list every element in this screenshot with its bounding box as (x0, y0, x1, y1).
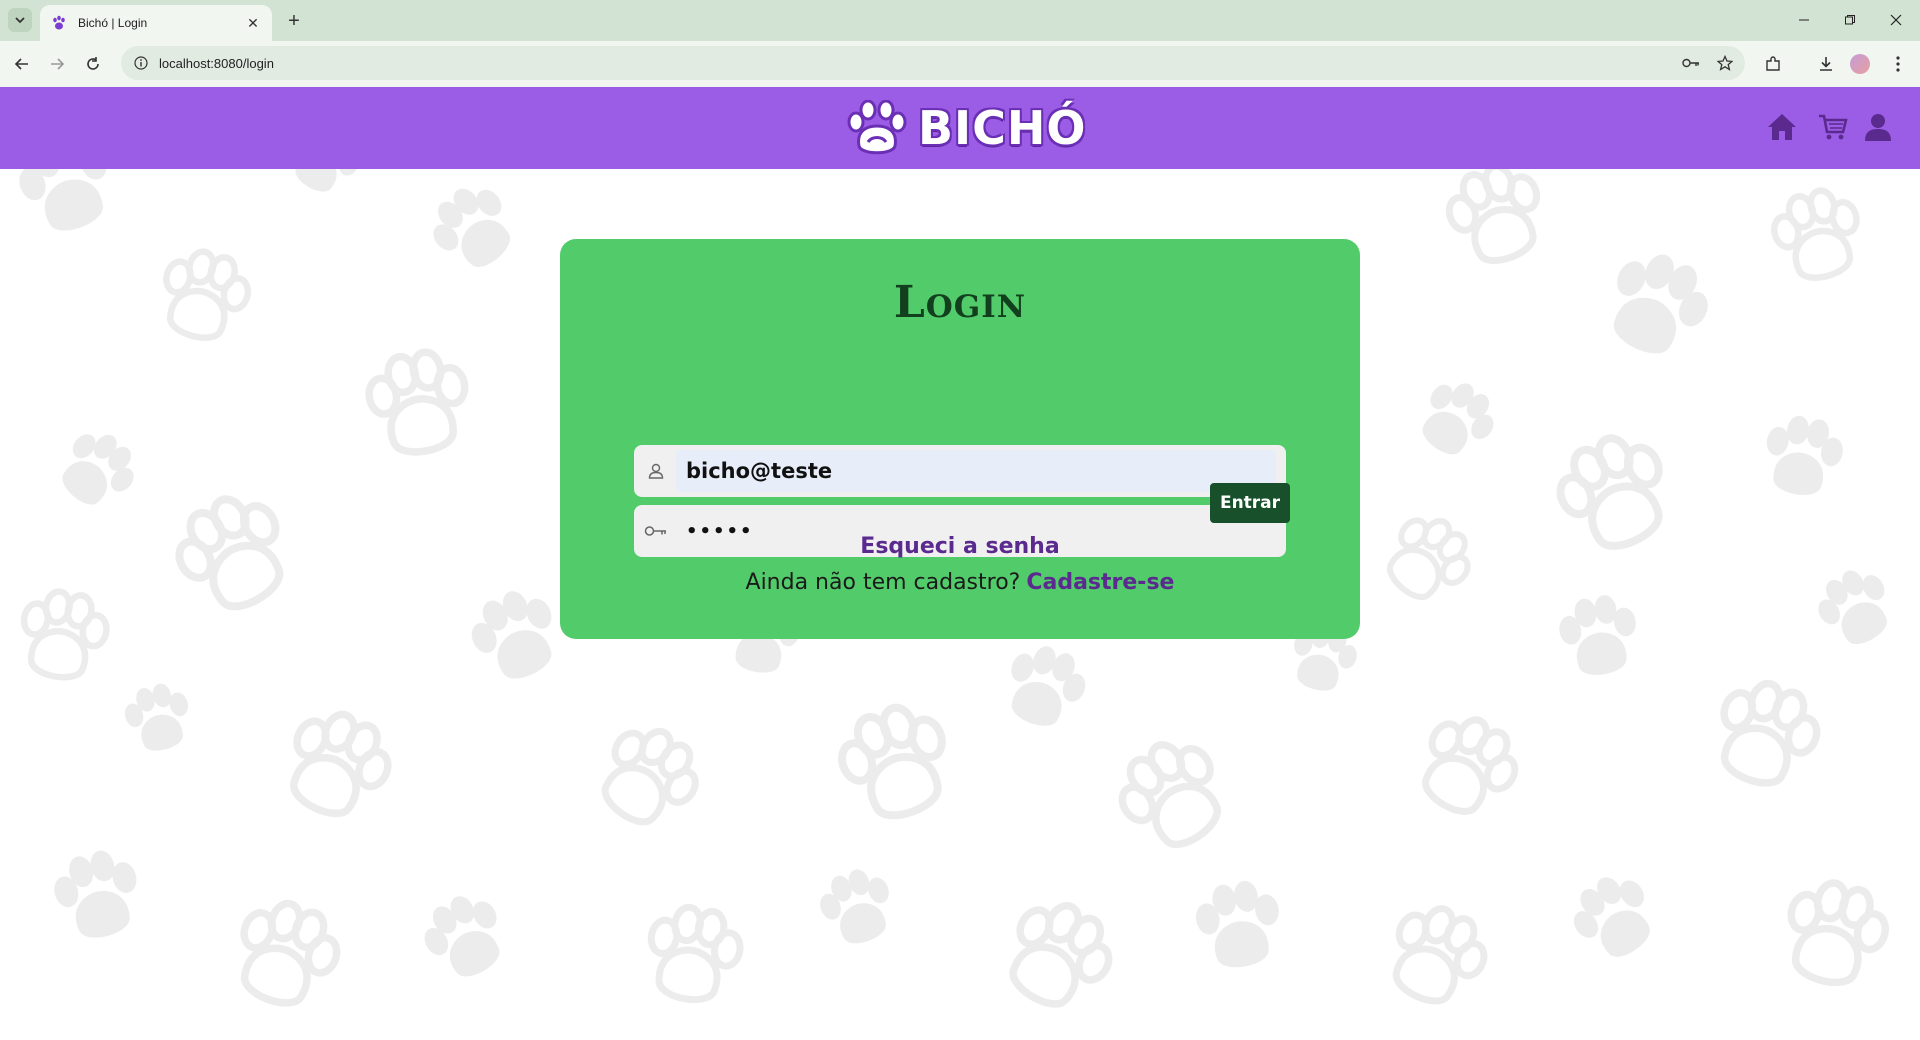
signup-line: Ainda não tem cadastro? Cadastre-se (560, 570, 1360, 595)
address-bar[interactable]: localhost:8080/login (121, 46, 1745, 80)
home-icon[interactable] (1764, 109, 1800, 145)
tab-search-button[interactable] (8, 8, 32, 32)
brand-name: BICHÓ (918, 101, 1087, 155)
reload-icon[interactable] (79, 50, 107, 78)
minimize-icon[interactable] (1792, 8, 1816, 32)
cart-icon[interactable] (1815, 109, 1851, 145)
password-key-icon[interactable] (1677, 49, 1705, 77)
restore-icon[interactable] (1838, 8, 1862, 32)
page: BICHÓ Login Entrar Esqueci a senha (0, 87, 1920, 1040)
url-text[interactable]: localhost:8080/login (159, 56, 1677, 71)
email-input[interactable] (676, 450, 1276, 492)
profile-avatar[interactable] (1850, 54, 1870, 74)
window-close-icon[interactable] (1884, 8, 1908, 32)
email-field[interactable] (634, 445, 1286, 497)
signup-link[interactable]: Cadastre-se (1026, 570, 1174, 595)
forward-icon[interactable] (43, 50, 71, 78)
paw-icon (50, 14, 68, 32)
new-tab-button[interactable]: + (282, 9, 306, 33)
signup-prompt: Ainda não tem cadastro? (745, 570, 1021, 595)
menu-kebab-icon[interactable] (1884, 50, 1912, 78)
browser-tab[interactable]: Bichó | Login ✕ (40, 5, 272, 41)
tab-title: Bichó | Login (78, 16, 148, 30)
user-icon[interactable] (1860, 109, 1896, 145)
site-header: BICHÓ (0, 87, 1920, 169)
forgot-password-link[interactable]: Esqueci a senha (560, 534, 1360, 559)
site-info-icon[interactable] (133, 55, 149, 71)
bookmark-star-icon[interactable] (1711, 49, 1739, 77)
browser-tab-bar: Bichó | Login ✕ + (0, 0, 1920, 41)
user-outline-icon (636, 445, 676, 497)
extensions-icon[interactable] (1759, 50, 1787, 78)
login-card: Login Entrar Esqueci a senha Ainda não t… (560, 239, 1360, 639)
login-submit-button[interactable]: Entrar (1210, 483, 1290, 523)
paw-logo-icon (847, 100, 907, 155)
close-icon[interactable]: ✕ (244, 14, 262, 32)
chevron-down-icon (15, 17, 25, 24)
back-icon[interactable] (8, 50, 36, 78)
login-title: Login (893, 277, 1027, 328)
browser-toolbar: localhost:8080/login (0, 41, 1920, 87)
download-icon[interactable] (1812, 50, 1840, 78)
brand-logo[interactable]: BICHÓ (846, 95, 1087, 161)
